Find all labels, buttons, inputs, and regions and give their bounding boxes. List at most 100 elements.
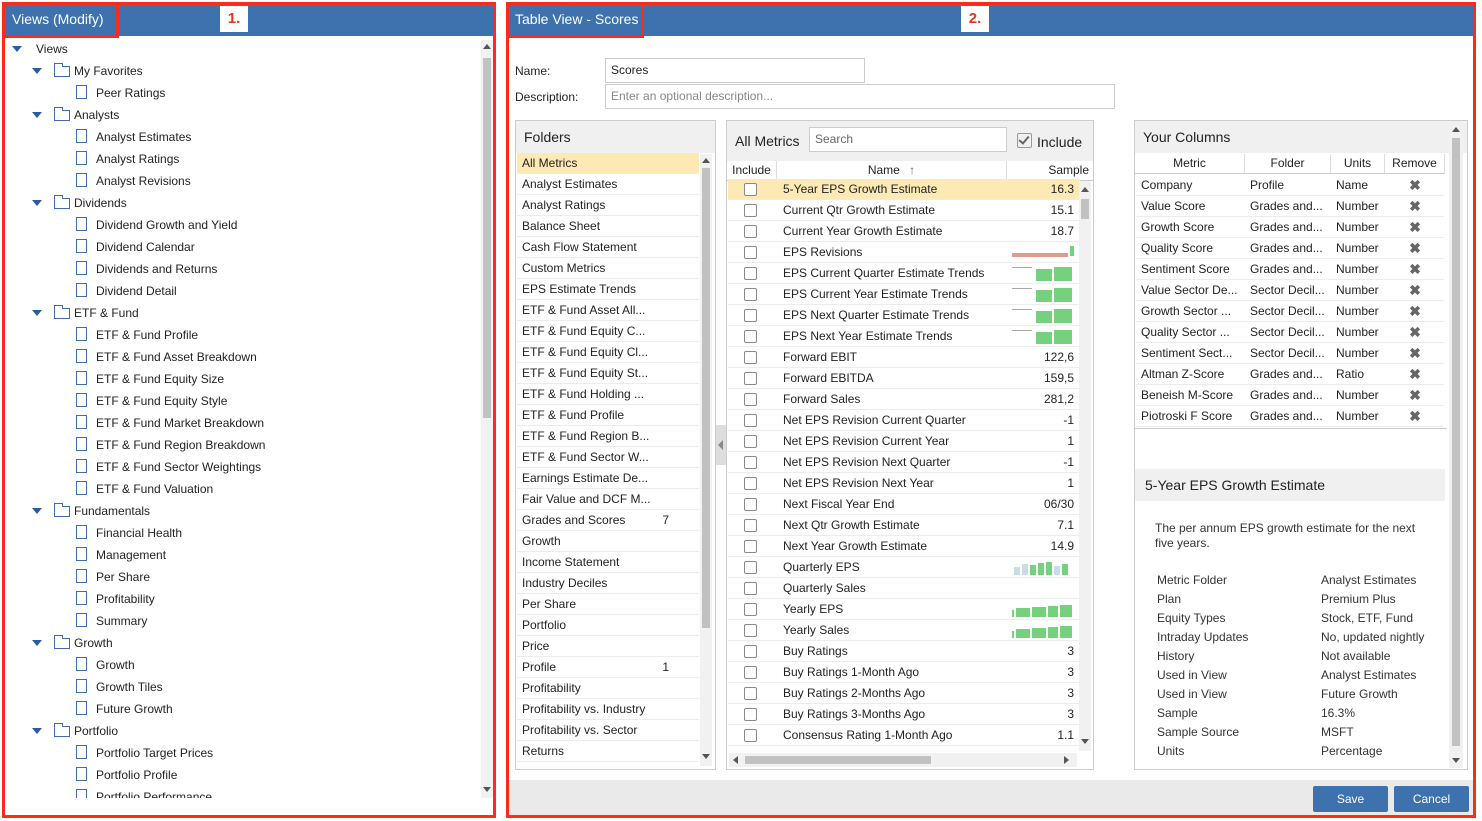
col-header-units[interactable]: Units: [1331, 154, 1385, 174]
column-row[interactable]: Growth Sector ... Sector Decil... Number ✖: [1136, 301, 1444, 322]
scroll-down-arrow[interactable]: [1081, 739, 1089, 744]
folder-item[interactable]: Analyst Ratings: [517, 195, 699, 216]
remove-icon[interactable]: ✖: [1408, 283, 1422, 297]
scroll-up-arrow[interactable]: [702, 158, 710, 163]
include-checkbox[interactable]: [744, 645, 757, 658]
include-checkbox[interactable]: [744, 435, 757, 448]
metric-row[interactable]: Net EPS Revision Current Year 1: [728, 431, 1080, 452]
metric-row[interactable]: EPS Current Quarter Estimate Trends: [728, 263, 1080, 284]
include-checkbox[interactable]: [744, 267, 757, 280]
remove-icon[interactable]: ✖: [1408, 325, 1422, 339]
scroll-up-arrow[interactable]: [483, 44, 491, 49]
metric-row[interactable]: Next Year Growth Estimate 14.9: [728, 536, 1080, 557]
tree-item[interactable]: Dividend Calendar: [8, 236, 478, 258]
tree-item[interactable]: ETF & Fund Valuation: [8, 478, 478, 500]
metrics-scrollbar[interactable]: [1079, 181, 1091, 751]
include-checkbox[interactable]: [744, 582, 757, 595]
folder-item[interactable]: Price: [517, 636, 699, 657]
tree-item[interactable]: Profitability: [8, 588, 478, 610]
hscroll-thumb[interactable]: [745, 756, 931, 764]
folder-item[interactable]: Balance Sheet: [517, 216, 699, 237]
include-checkbox[interactable]: [744, 561, 757, 574]
cancel-button[interactable]: Cancel: [1394, 786, 1469, 812]
caret-down-icon[interactable]: [32, 640, 42, 646]
tree-item[interactable]: Growth: [8, 632, 478, 654]
column-row[interactable]: Quality Score Grades and... Number ✖: [1136, 238, 1444, 259]
metric-row[interactable]: Yearly EPS: [728, 599, 1080, 620]
remove-icon[interactable]: ✖: [1408, 220, 1422, 234]
include-checkbox[interactable]: [744, 414, 757, 427]
tree-item[interactable]: Portfolio Target Prices: [8, 742, 478, 764]
remove-icon[interactable]: ✖: [1408, 178, 1422, 192]
tree-item[interactable]: ETF & Fund Sector Weightings: [8, 456, 478, 478]
tree-item[interactable]: ETF & Fund Asset Breakdown: [8, 346, 478, 368]
metric-row[interactable]: 5-Year EPS Growth Estimate 16.3: [728, 179, 1080, 200]
metric-row[interactable]: Quarterly EPS: [728, 557, 1080, 578]
tree-item[interactable]: Views: [8, 40, 478, 60]
collapse-handle[interactable]: [716, 425, 726, 465]
tree-item[interactable]: Per Share: [8, 566, 478, 588]
caret-down-icon[interactable]: [32, 728, 42, 734]
folder-item[interactable]: Profitability vs. Industry: [517, 699, 699, 720]
tree-item[interactable]: Peer Ratings: [8, 82, 478, 104]
include-checkbox[interactable]: [744, 540, 757, 553]
metric-row[interactable]: Net EPS Revision Current Quarter -1: [728, 410, 1080, 431]
include-checkbox[interactable]: [744, 498, 757, 511]
include-checkbox[interactable]: [1017, 133, 1032, 148]
tree-item[interactable]: ETF & Fund Market Breakdown: [8, 412, 478, 434]
caret-down-icon[interactable]: [32, 310, 42, 316]
metric-row[interactable]: Buy Ratings 3-Months Ago 3: [728, 704, 1080, 725]
tree-item[interactable]: Dividend Detail: [8, 280, 478, 302]
col-header-remove[interactable]: Remove: [1385, 154, 1445, 174]
tree-item[interactable]: ETF & Fund Region Breakdown: [8, 434, 478, 456]
include-checkbox[interactable]: [744, 687, 757, 700]
metric-row[interactable]: EPS Current Year Estimate Trends: [728, 284, 1080, 305]
tree-item[interactable]: Analyst Revisions: [8, 170, 478, 192]
folder-item[interactable]: Per Share: [517, 594, 699, 615]
scroll-up-arrow[interactable]: [1081, 187, 1089, 192]
folder-item[interactable]: ETF & Fund Region B...: [517, 426, 699, 447]
scroll-left-arrow[interactable]: [733, 756, 738, 764]
include-checkbox[interactable]: [744, 288, 757, 301]
folder-item[interactable]: Profile 1: [517, 657, 699, 678]
scroll-down-arrow[interactable]: [483, 787, 491, 792]
include-checkbox[interactable]: [744, 729, 757, 742]
folder-item[interactable]: Returns: [517, 741, 699, 762]
scroll-up-arrow[interactable]: [1452, 127, 1460, 132]
include-checkbox[interactable]: [744, 183, 757, 196]
remove-icon[interactable]: ✖: [1408, 304, 1422, 318]
folder-item[interactable]: Industry Deciles: [517, 573, 699, 594]
scroll-thumb[interactable]: [1081, 199, 1089, 219]
folder-item[interactable]: ETF & Fund Profile: [517, 405, 699, 426]
include-checkbox[interactable]: [744, 603, 757, 616]
metric-row[interactable]: Current Qtr Growth Estimate 15.1: [728, 200, 1080, 221]
tree-item[interactable]: Dividends: [8, 192, 478, 214]
metric-row[interactable]: Yearly Sales: [728, 620, 1080, 641]
tree-item[interactable]: Analysts: [8, 104, 478, 126]
views-tree-scrollbar[interactable]: [481, 40, 493, 798]
metric-row[interactable]: Forward EBITDA 159,5: [728, 368, 1080, 389]
column-row[interactable]: Company Profile Name ✖: [1136, 175, 1444, 196]
column-row[interactable]: Growth Score Grades and... Number ✖: [1136, 217, 1444, 238]
remove-icon[interactable]: ✖: [1408, 388, 1422, 402]
metrics-hscrollbar[interactable]: [729, 753, 1077, 767]
col-header-include[interactable]: Include: [727, 161, 777, 181]
include-checkbox[interactable]: [744, 372, 757, 385]
include-checkbox[interactable]: [744, 477, 757, 490]
tree-item[interactable]: My Favorites: [8, 60, 478, 82]
scroll-thumb[interactable]: [702, 168, 710, 628]
metric-row[interactable]: Net EPS Revision Next Quarter -1: [728, 452, 1080, 473]
name-input[interactable]: Scores: [605, 58, 865, 83]
tree-item[interactable]: Portfolio Profile: [8, 764, 478, 786]
metric-row[interactable]: Buy Ratings 2-Months Ago 3: [728, 683, 1080, 704]
tree-item[interactable]: Analyst Estimates: [8, 126, 478, 148]
scroll-down-arrow[interactable]: [1452, 758, 1460, 763]
folder-item[interactable]: Fair Value and DCF M...: [517, 489, 699, 510]
metric-row[interactable]: Net EPS Revision Next Year 1: [728, 473, 1080, 494]
folder-item[interactable]: ETF & Fund Holding ...: [517, 384, 699, 405]
include-checkbox[interactable]: [744, 456, 757, 469]
metric-row[interactable]: Forward EBIT 122,6: [728, 347, 1080, 368]
tree-item[interactable]: ETF & Fund Equity Style: [8, 390, 478, 412]
tree-item[interactable]: ETF & Fund Equity Size: [8, 368, 478, 390]
folder-item[interactable]: Custom Metrics: [517, 258, 699, 279]
